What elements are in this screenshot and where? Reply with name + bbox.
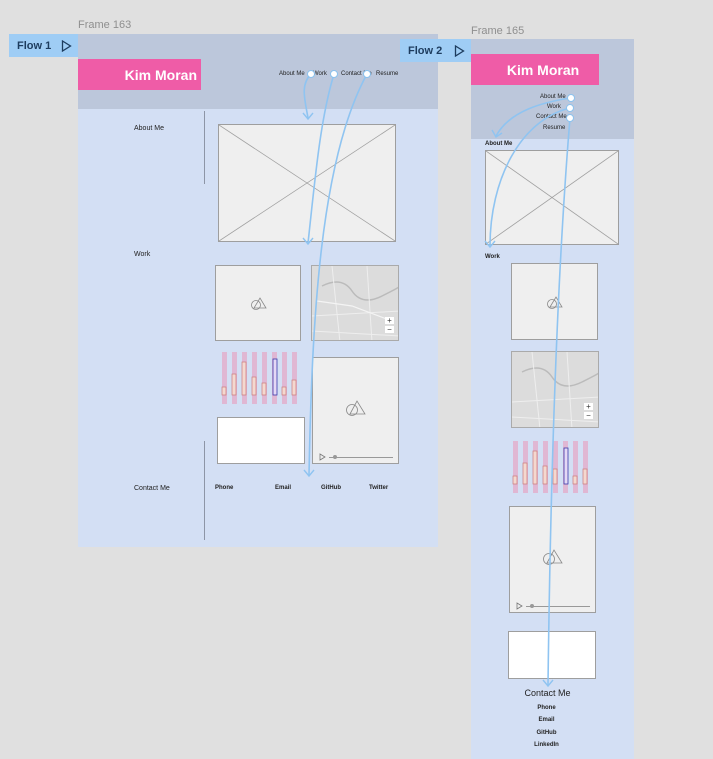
connector-node-work[interactable] (330, 70, 338, 78)
work-tile-blank[interactable] (217, 417, 305, 464)
column-divider-bottom (204, 441, 205, 540)
section-about-label: About Me (134, 125, 164, 132)
name-banner[interactable]: Kim Moran (78, 59, 201, 90)
work-tile-bar-chart[interactable] (511, 439, 597, 495)
work-tile-map[interactable]: + − (511, 351, 599, 428)
shapes-icon (547, 296, 563, 309)
contact-phone[interactable]: Phone (215, 485, 233, 491)
zoom-in-button[interactable]: + (385, 317, 394, 325)
work-tile-blank[interactable] (508, 631, 596, 679)
connector-node-about[interactable] (567, 94, 575, 102)
video-progress-track[interactable] (526, 606, 590, 607)
frame-165: Kim Moran About Me Work Contact Me Resum… (471, 39, 634, 759)
connector-node-contact[interactable] (363, 70, 371, 78)
frame-163-label: Frame 163 (78, 19, 132, 31)
shapes-icon (543, 549, 563, 565)
flow-1-tag[interactable]: Flow 1 (9, 34, 78, 57)
work-tile-video[interactable] (312, 357, 399, 464)
contact-github[interactable]: GitHub (321, 485, 341, 491)
zoom-out-button[interactable]: − (385, 326, 394, 334)
contact-email[interactable]: Email (471, 717, 622, 723)
shapes-icon (346, 400, 366, 416)
section-contact-label: Contact Me (524, 688, 571, 698)
nav-resume[interactable]: Resume (376, 71, 398, 77)
connector-node-contact[interactable] (566, 114, 574, 122)
section-contact-label: Contact Me (134, 485, 170, 492)
play-icon[interactable] (319, 453, 327, 461)
column-divider-top (204, 111, 205, 184)
flow-2-label: Flow 2 (408, 44, 443, 57)
flow-1-label: Flow 1 (17, 39, 52, 52)
connector-node-about[interactable] (307, 70, 315, 78)
work-tile-shapes[interactable] (215, 265, 301, 341)
work-tile-bar-chart[interactable] (218, 350, 304, 406)
work-tile-shapes[interactable] (511, 263, 598, 340)
site-title: Kim Moran (506, 61, 580, 78)
image-placeholder-cross (219, 125, 395, 241)
nav-about[interactable]: About Me (540, 94, 566, 100)
nav-work[interactable]: Work (547, 104, 561, 110)
about-image-placeholder (218, 124, 396, 242)
image-placeholder-cross (486, 151, 618, 244)
contact-email[interactable]: Email (275, 485, 291, 491)
nav-resume[interactable]: Resume (543, 125, 565, 131)
frame-165-label: Frame 165 (471, 25, 525, 37)
section-work-label: Work (485, 254, 500, 260)
play-icon[interactable] (516, 602, 524, 610)
contact-phone[interactable]: Phone (471, 705, 622, 711)
work-tile-video[interactable] (509, 506, 596, 613)
video-progress-knob[interactable] (530, 604, 534, 608)
frame-163: Kim Moran About Me Work Contact Me Resum… (78, 34, 438, 547)
play-icon (61, 39, 72, 52)
work-tile-map[interactable]: + − (311, 265, 399, 341)
nav-work[interactable]: Work (313, 71, 327, 77)
shapes-icon (251, 297, 267, 310)
contact-github[interactable]: GitHub (471, 730, 622, 736)
connector-node-work[interactable] (566, 104, 574, 112)
nav-about[interactable]: About Me (279, 71, 305, 77)
about-image-placeholder (485, 150, 619, 245)
section-about-label: About Me (485, 141, 513, 147)
contact-linkedin[interactable]: LinkedIn (471, 742, 622, 748)
video-progress-track[interactable] (329, 457, 393, 458)
zoom-in-button[interactable]: + (584, 403, 593, 411)
nav-contact[interactable]: Contact Me (536, 114, 567, 120)
contact-twitter[interactable]: Twitter (369, 485, 388, 491)
name-banner[interactable]: Kim Moran (471, 54, 599, 85)
play-icon (454, 44, 465, 57)
zoom-out-button[interactable]: − (584, 412, 593, 420)
section-work-label: Work (134, 251, 151, 258)
video-progress-knob[interactable] (333, 455, 337, 459)
flow-2-tag[interactable]: Flow 2 (400, 39, 471, 62)
site-title: Kim Moran (124, 66, 197, 83)
